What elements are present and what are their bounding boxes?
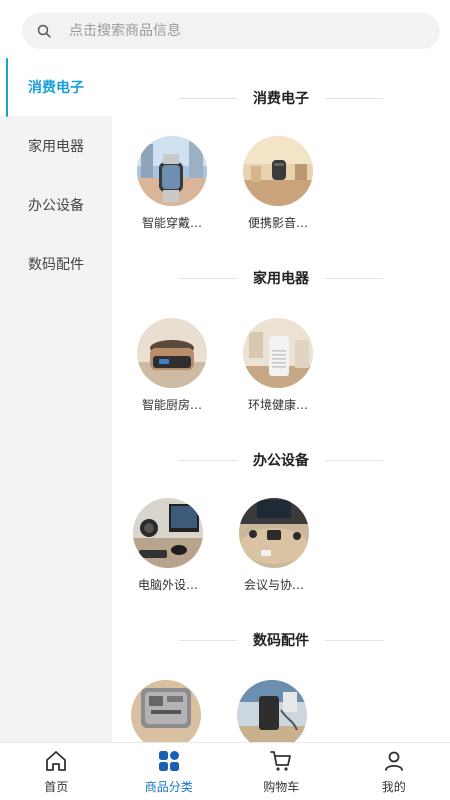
divider (179, 97, 237, 99)
sidebar-item-label: 消费电子 (28, 80, 84, 96)
product-item[interactable]: 环境健康… (236, 318, 320, 413)
cart-icon (268, 748, 294, 774)
product-item[interactable]: 电脑外设… (126, 498, 210, 593)
product-name: 智能厨房… (141, 398, 202, 412)
divider (325, 97, 383, 99)
product-item[interactable]: 会议与协… (232, 498, 316, 593)
tab-label: 商品分类 (144, 780, 193, 794)
rice-cooker-photo (137, 318, 207, 388)
smartwatch-photo (137, 136, 207, 206)
search-input[interactable] (69, 23, 389, 39)
air-purifier-photo (243, 318, 313, 388)
tab-profile[interactable]: 我的 (338, 743, 450, 800)
home-icon (43, 748, 69, 774)
search-icon (37, 24, 51, 38)
product-name: 便携影音… (247, 216, 308, 230)
category-content[interactable]: 消费电子 智能穿戴… 便携影音… 家用电器 智能厨房… 环境健康… 办公设备 电… (112, 58, 450, 742)
tab-label: 我的 (381, 780, 406, 794)
tab-home[interactable]: 首页 (0, 743, 113, 800)
section-title-text: 办公设备 (253, 453, 309, 469)
tab-label: 首页 (44, 780, 69, 794)
product-item[interactable] (230, 680, 314, 742)
sidebar-item-label: 家用电器 (28, 138, 84, 155)
conference-photo (239, 498, 309, 568)
divider (179, 459, 237, 461)
search-box[interactable] (22, 13, 440, 49)
section-title: 家用电器 (112, 266, 450, 290)
speaker-photo (243, 136, 313, 206)
divider (325, 277, 383, 279)
product-name: 智能穿戴… (141, 216, 202, 230)
section-title: 消费电子 (112, 86, 450, 110)
product-item[interactable]: 便携影音… (236, 136, 320, 231)
product-name: 电脑外设… (137, 578, 198, 592)
divider (325, 459, 383, 461)
sidebar-item-label: 办公设备 (28, 197, 84, 214)
divider (325, 639, 383, 641)
category-sidebar: 消费电子 家用电器 办公设备 数码配件 (0, 58, 112, 742)
divider (179, 639, 237, 641)
sidebar-item-digital-accessories[interactable]: 数码配件 (0, 234, 112, 293)
section-title: 办公设备 (112, 448, 450, 472)
tab-label: 购物车 (263, 780, 300, 794)
user-icon (381, 748, 407, 774)
product-item[interactable]: 智能厨房… (130, 318, 214, 413)
tab-cart[interactable]: 购物车 (225, 743, 338, 800)
category-icon (156, 748, 182, 774)
product-name: 会议与协… (243, 578, 304, 592)
sidebar-item-home-appliances[interactable]: 家用电器 (0, 116, 112, 175)
computer-peripherals-photo (133, 498, 203, 568)
sidebar-item-label: 数码配件 (28, 256, 84, 273)
tab-category[interactable]: 商品分类 (113, 743, 226, 800)
accessory-bag-photo (131, 680, 201, 742)
section-title: 数码配件 (112, 628, 450, 652)
power-bank-photo (237, 680, 307, 742)
section-title-text: 数码配件 (253, 633, 309, 649)
section-title-text: 家用电器 (253, 271, 309, 287)
product-item[interactable] (124, 680, 208, 742)
product-name: 环境健康… (247, 398, 308, 412)
bottom-tab-bar: 首页 商品分类 购物车 我的 (0, 742, 450, 800)
product-item[interactable]: 智能穿戴… (130, 136, 214, 231)
divider (179, 277, 237, 279)
section-title-text: 消费电子 (253, 91, 309, 107)
sidebar-item-consumer-electronics[interactable]: 消费电子 (0, 58, 112, 117)
sidebar-item-office-equipment[interactable]: 办公设备 (0, 175, 112, 234)
search-bar (0, 0, 450, 58)
